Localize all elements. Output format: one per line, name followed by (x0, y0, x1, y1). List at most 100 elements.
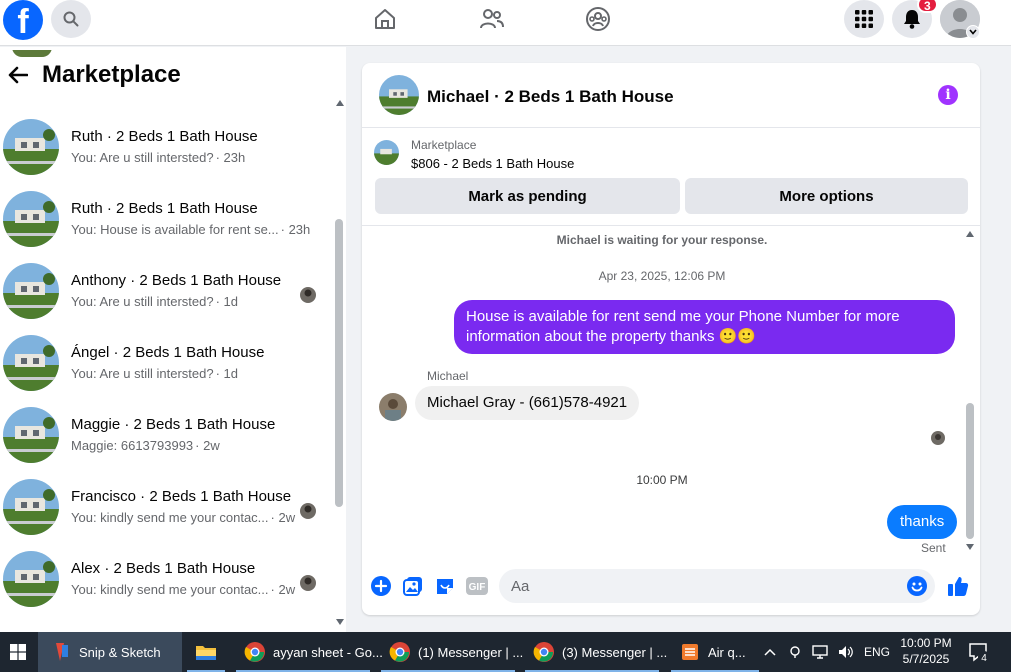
listing-avatar[interactable] (379, 75, 419, 115)
conversation-title: Anthony · 2 Beds 1 Bath House (71, 272, 282, 289)
conversation-preview: You: kindly send me your contac... · 2w (71, 582, 295, 597)
notification-count-badge: 3 (917, 0, 938, 13)
language-indicator[interactable]: ENG (864, 645, 890, 659)
windows-taskbar: Snip & Sketch ayyan sheet - Go... (1) Mess… (0, 632, 1011, 672)
house-thumbnail (3, 263, 59, 319)
back-arrow-icon[interactable] (8, 66, 28, 84)
network-icon[interactable] (812, 645, 828, 659)
taskbar-app-0[interactable]: Snip & Sketch (38, 632, 182, 672)
message-input[interactable] (499, 569, 935, 603)
taskbar-app-2[interactable]: ayyan sheet - Go... (232, 632, 383, 672)
more-options-button[interactable]: More options (685, 178, 968, 214)
listing-thumbnail[interactable] (374, 140, 399, 165)
system-clock[interactable]: 10:00 PM 5/7/2025 (896, 635, 956, 667)
grid-menu-icon (855, 10, 873, 28)
conversation-item[interactable]: Ángel · 2 Beds 1 Bath House You: Are u st… (0, 335, 330, 407)
conversation-item[interactable]: Anthony · 2 Beds 1 Bath House You: Are u … (0, 263, 330, 335)
menu-button[interactable] (844, 0, 884, 38)
taskbar-app-4[interactable]: (3) Messenger | ... (521, 632, 667, 672)
groups-nav-button[interactable] (583, 4, 613, 34)
taskbar-app-label: (1) Messenger | ... (418, 644, 524, 660)
divider (362, 225, 980, 226)
conversation-item[interactable]: Alex · 2 Beds 1 Bath House You: kindly se… (0, 551, 330, 623)
volume-icon[interactable] (838, 645, 854, 659)
conversation-title: Ruth · 2 Beds 1 Bath House (71, 200, 258, 217)
preview-time: · 23h (215, 150, 246, 165)
chrome-icon (389, 641, 411, 663)
conversation-item[interactable]: Ruth · 2 Beds 1 Bath House You: House is … (0, 191, 330, 263)
conversation-title: Maggie · 2 Beds 1 Bath House (71, 416, 276, 433)
outgoing-message[interactable]: thanks (887, 505, 958, 539)
gif-button[interactable]: GIF (465, 574, 489, 598)
conversation-preview: You: House is available for rent se... · … (71, 222, 310, 237)
timestamp-divider: 10:00 PM (636, 473, 688, 487)
top-navigation-bar: f 3 (0, 0, 1011, 46)
conversation-preview: You: Are u still intersted? · 23h (71, 150, 245, 165)
chat-scrollbar[interactable] (966, 403, 974, 539)
preview-text: You: kindly send me your contac... (71, 582, 269, 597)
house-thumbnail (3, 119, 59, 175)
clock-date: 5/7/2025 (902, 652, 950, 666)
taskbar-app-5[interactable]: Air q... (667, 632, 763, 672)
conversation-preview: You: Are u still intersted? · 1d (71, 294, 238, 309)
taskbar-app-1[interactable] (183, 632, 229, 672)
like-button[interactable] (946, 574, 970, 598)
conversation-item[interactable]: Maggie · 2 Beds 1 Bath House Maggie: 6613… (0, 407, 330, 479)
conversation-item[interactable]: Francisco · 2 Beds 1 Bath House You: kind… (0, 479, 330, 551)
conversation-item[interactable]: Ruth · 2 Beds 1 Bath House You: Are u sti… (0, 119, 330, 191)
search-button[interactable] (51, 0, 91, 38)
page-title: Marketplace (42, 61, 181, 88)
info-icon[interactable]: i (938, 85, 958, 105)
system-tray: ENG (764, 632, 890, 672)
taskbar-app-label: Air q... (708, 644, 746, 660)
sticker-icon (437, 579, 453, 594)
scroll-down-arrow[interactable] (966, 544, 974, 550)
divider (362, 127, 980, 128)
scroll-up-arrow[interactable] (336, 100, 344, 106)
marketplace-label: Marketplace (411, 138, 477, 152)
attach-photo-button[interactable] (401, 574, 425, 598)
chat-title[interactable]: Michael · 2 Beds 1 Bath House (427, 87, 674, 107)
marketplace-header: Marketplace (8, 61, 181, 89)
preview-time: · 2w (270, 582, 296, 597)
action-center-button[interactable]: 4 (968, 632, 990, 672)
taskbar-app-3[interactable]: (1) Messenger | ... (377, 632, 523, 672)
home-nav-button[interactable] (370, 4, 400, 34)
conversation-preview: Maggie: 6613793993 · 2w (71, 438, 220, 453)
outgoing-message[interactable]: House is available for rent send me your… (454, 300, 955, 354)
scroll-down-arrow[interactable] (336, 619, 344, 625)
sender-avatar[interactable] (379, 393, 407, 421)
scroll-up-arrow[interactable] (966, 231, 974, 237)
air-quality-icon (679, 641, 701, 663)
account-chevron[interactable] (966, 25, 980, 39)
sidebar-scrollbar[interactable] (335, 219, 343, 507)
friends-icon (480, 9, 504, 29)
incoming-message[interactable]: Michael Gray - (661)578-4921 (415, 386, 640, 420)
chrome-icon (244, 641, 266, 663)
meet-now-icon[interactable] (788, 645, 802, 659)
read-receipt-avatar (931, 431, 945, 445)
gif-icon: GIF (466, 577, 488, 595)
preview-text: You: kindly send me your contac... (71, 510, 269, 525)
taskbar-app-label: Snip & Sketch (79, 644, 161, 660)
conversation-title: Alex · 2 Beds 1 Bath House (71, 560, 256, 577)
emoji-button[interactable] (905, 574, 929, 598)
preview-time: · 23h (280, 222, 311, 237)
chevron-down-icon (969, 29, 977, 35)
photo-icon (403, 577, 422, 596)
message-status: Sent (921, 541, 946, 555)
svg-text:4: 4 (981, 653, 987, 663)
chat-window: Michael · 2 Beds 1 Bath House i Marketpl… (362, 63, 980, 615)
more-actions-button[interactable] (369, 574, 393, 598)
preview-text: You: Are u still intersted? (71, 366, 214, 381)
mark-as-pending-button[interactable]: Mark as pending (375, 178, 680, 214)
chevron-up-icon[interactable] (764, 648, 776, 656)
listing-price-title[interactable]: $806 - 2 Beds 1 Bath House (411, 156, 574, 171)
sticker-button[interactable] (433, 574, 457, 598)
friends-nav-button[interactable] (477, 4, 507, 34)
house-thumbnail (3, 551, 59, 607)
start-button[interactable] (0, 632, 36, 672)
house-thumbnail (3, 479, 59, 535)
preview-time: · 2w (195, 438, 220, 453)
facebook-logo[interactable]: f (3, 0, 43, 40)
